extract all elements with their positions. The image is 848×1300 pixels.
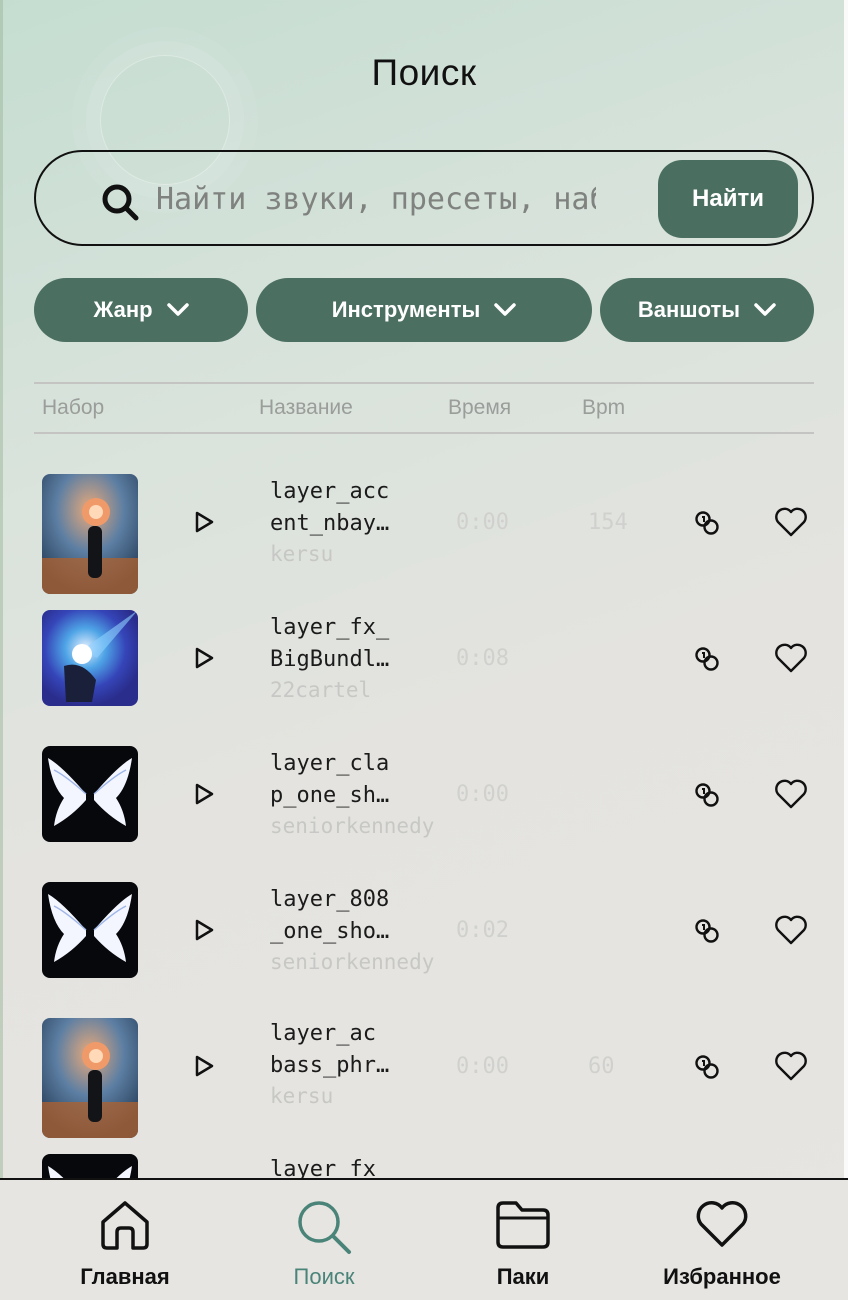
play-icon[interactable] — [193, 782, 215, 806]
chevron-down-icon — [494, 303, 517, 316]
sample-name-line1: layer_ac — [270, 1021, 376, 1046]
chevron-down-icon — [754, 303, 776, 316]
filter-oneshots[interactable]: Ваншоты — [600, 278, 814, 342]
sample-name-line1: layer_808 — [270, 887, 390, 912]
column-header-time: Время — [448, 396, 512, 419]
table-row[interactable]: layer_808 _one_sho… seniorkennedy 0:02 — [0, 882, 848, 978]
table-row[interactable]: layer_acc ent_nbay… kersu 0:00 154 — [0, 474, 848, 594]
play-icon[interactable] — [193, 510, 215, 534]
sample-time: 0:00 — [456, 782, 509, 807]
column-header-bpm: Bpm — [582, 396, 626, 419]
nav-favorites[interactable]: Избранное — [622, 1180, 822, 1300]
bottom-navigation: Главная Поиск Паки Избранное — [0, 1178, 848, 1300]
play-icon[interactable] — [193, 918, 215, 942]
filter-genre[interactable]: Жанр — [34, 278, 248, 342]
page-title: Поиск — [371, 52, 477, 93]
sample-name-line2: ent_nbay… — [270, 511, 390, 536]
sample-time: 0:00 — [456, 510, 509, 535]
sample-name-line2: _one_sho… — [270, 919, 390, 944]
sample-name-line1: layer_cla — [270, 751, 390, 776]
sample-name-line1: layer_fx_ — [270, 615, 390, 640]
sample-author[interactable]: 22cartel — [270, 678, 371, 702]
pack-cover-art — [42, 746, 138, 842]
nav-packs[interactable]: Паки — [423, 1180, 623, 1300]
sample-name-line2: p_one_sh… — [270, 783, 390, 808]
pack-cover-art — [42, 610, 138, 706]
folder-icon — [496, 1201, 550, 1249]
filter-oneshots-label: Ваншоты — [637, 297, 741, 322]
table-row[interactable]: layer_fx_ — [0, 1154, 848, 1178]
play-icon[interactable] — [193, 646, 215, 670]
favorite-heart-icon[interactable] — [774, 1050, 808, 1082]
nav-packs-label: Паки — [496, 1264, 550, 1289]
sample-author[interactable]: kersu — [270, 542, 333, 566]
nav-home[interactable]: Главная — [25, 1180, 225, 1300]
sample-time: 0:00 — [456, 1054, 509, 1079]
favorite-heart-icon[interactable] — [774, 506, 808, 538]
nav-favorites-label: Избранное — [663, 1264, 781, 1289]
sample-author[interactable]: seniorkennedy — [270, 950, 434, 974]
favorite-heart-icon[interactable] — [774, 642, 808, 674]
search-input[interactable] — [156, 174, 596, 224]
nav-home-label: Главная — [80, 1264, 170, 1289]
search-icon — [102, 184, 139, 221]
filter-genre-label: Жанр — [93, 297, 153, 322]
home-icon — [101, 1201, 149, 1250]
sample-time: 0:02 — [456, 918, 509, 943]
sample-author[interactable]: seniorkennedy — [270, 814, 434, 838]
table-row[interactable]: layer_fx_ BigBundl… 22cartel 0:08 — [0, 610, 848, 706]
pack-cover-art — [42, 1154, 138, 1178]
pack-cover-art — [42, 882, 138, 978]
search-icon — [298, 1201, 351, 1254]
sample-author[interactable]: kersu — [270, 1084, 333, 1108]
coins-icon[interactable] — [694, 510, 720, 536]
sample-time: 0:08 — [456, 646, 509, 671]
search-button[interactable]: Найти — [658, 160, 798, 238]
coins-icon[interactable] — [694, 782, 720, 808]
pack-cover-art — [42, 1018, 138, 1138]
chevron-down-icon — [166, 303, 189, 316]
nav-search-label: Поиск — [293, 1264, 355, 1289]
nav-search[interactable]: Поиск — [224, 1180, 424, 1300]
sample-name-line2: BigBundl… — [270, 647, 390, 672]
favorite-heart-icon[interactable] — [774, 914, 808, 946]
coins-icon[interactable] — [694, 918, 720, 944]
table-header-bottom-divider — [34, 432, 814, 434]
filter-instruments[interactable]: Инструменты — [256, 278, 592, 342]
column-header-pack: Набор — [42, 396, 105, 419]
search-bar: Найти — [34, 150, 814, 246]
sample-name-line1: layer_fx_ — [270, 1157, 390, 1178]
sample-name-line1: layer_acc — [270, 479, 390, 504]
coins-icon[interactable] — [694, 646, 720, 672]
sample-bpm: 154 — [588, 510, 628, 535]
column-header-name: Название — [259, 396, 353, 419]
favorite-heart-icon[interactable] — [774, 778, 808, 810]
filter-instruments-label: Инструменты — [331, 297, 481, 322]
table-row[interactable]: layer_cla p_one_sh… seniorkennedy 0:00 — [0, 746, 848, 842]
play-icon[interactable] — [193, 1054, 215, 1078]
table-row[interactable]: layer_ac bass_phr… kersu 0:00 60 — [0, 1018, 848, 1138]
sample-name-line2: bass_phr… — [270, 1053, 390, 1078]
heart-icon — [696, 1201, 748, 1247]
table-header-top-divider — [34, 382, 814, 384]
coins-icon[interactable] — [694, 1054, 720, 1080]
pack-cover-art — [42, 474, 138, 594]
sample-bpm: 60 — [588, 1054, 615, 1079]
